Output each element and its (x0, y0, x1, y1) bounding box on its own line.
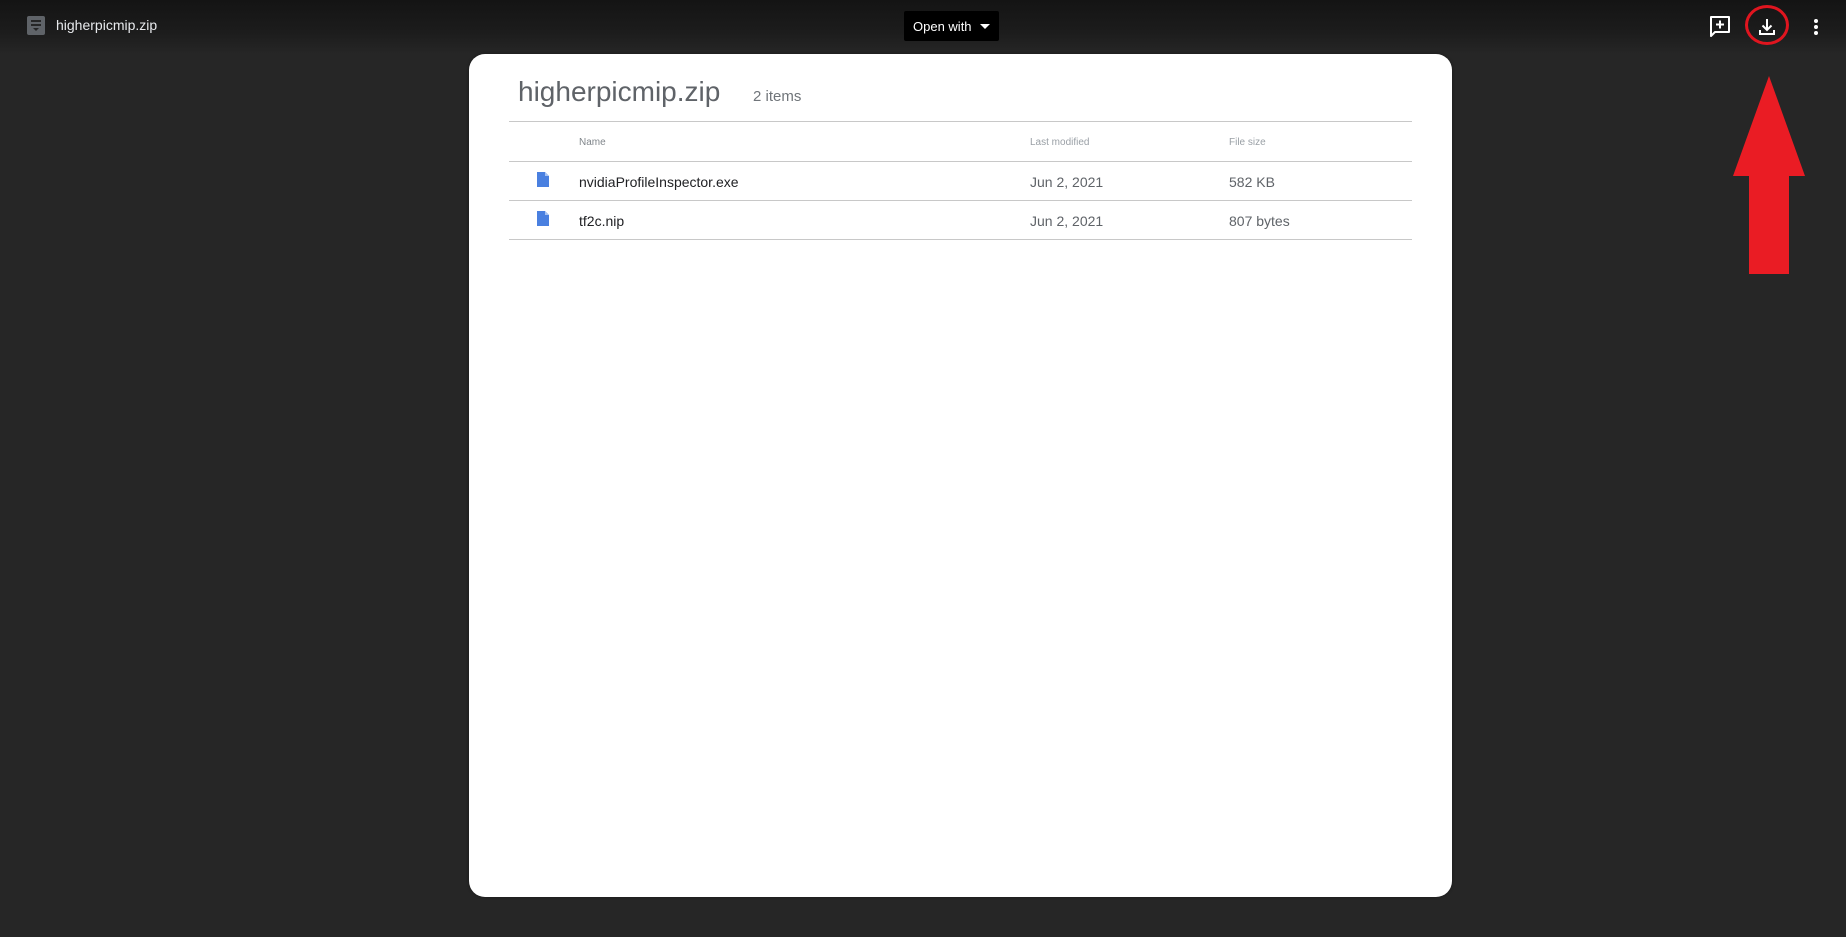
open-with-label: Open with (913, 19, 972, 34)
file-document-icon (537, 172, 549, 190)
file-name: tf2c.nip (579, 213, 625, 229)
table-header: Name Last modified File size (509, 122, 1412, 162)
column-header-modified[interactable]: Last modified (1030, 137, 1089, 148)
column-header-size[interactable]: File size (1229, 137, 1266, 148)
file-size: 582 KB (1229, 174, 1275, 190)
more-vert-icon (1814, 19, 1818, 35)
item-count: 2 items (753, 88, 802, 105)
file-modified: Jun 2, 2021 (1030, 174, 1104, 190)
file-table: Name Last modified File size nvidiaProfi… (509, 121, 1412, 240)
top-toolbar: higherpicmip.zip Open with (0, 0, 1846, 54)
more-options-button[interactable] (1801, 12, 1831, 42)
file-modified: Jun 2, 2021 (1030, 213, 1104, 229)
column-header-name[interactable]: Name (579, 137, 606, 148)
add-comment-button[interactable] (1705, 12, 1735, 42)
table-row[interactable]: nvidiaProfileInspector.exe Jun 2, 2021 5… (509, 162, 1412, 201)
file-name: nvidiaProfileInspector.exe (579, 174, 739, 190)
zip-viewer-panel: higherpicmip.zip 2 items Name Last modif… (469, 54, 1452, 897)
file-size: 807 bytes (1229, 213, 1290, 229)
file-document-icon (537, 211, 549, 229)
archive-title: higherpicmip.zip (518, 76, 721, 107)
chevron-down-icon (980, 24, 990, 29)
file-title: higherpicmip.zip (56, 17, 158, 33)
table-row[interactable]: tf2c.nip Jun 2, 2021 807 bytes (509, 201, 1412, 240)
file-icon (27, 16, 45, 35)
open-with-button[interactable]: Open with (904, 11, 999, 41)
download-highlight-circle (1745, 5, 1789, 45)
add-comment-icon (1710, 16, 1730, 37)
red-arrow-annotation (1733, 76, 1805, 279)
